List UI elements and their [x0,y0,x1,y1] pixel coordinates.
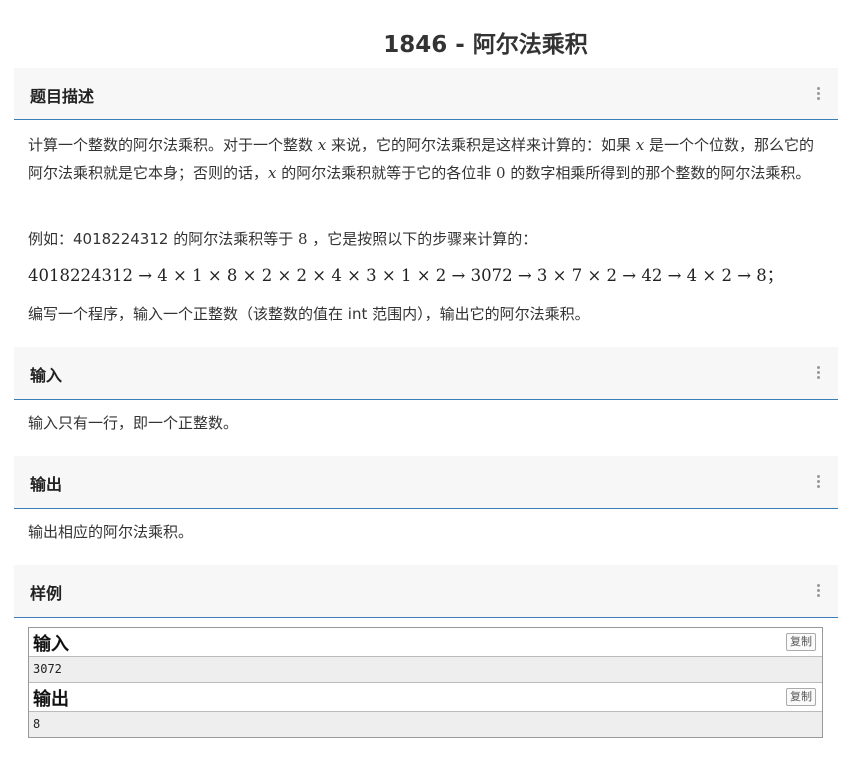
description-paragraph-2: 例如：4018224312 的阿尔法乘积等于 8 ，它是按照以下的步骤来计算的： [28,230,538,248]
section-header-input[interactable]: 输入 [14,347,838,400]
more-options-icon[interactable] [817,87,821,102]
section-header-samples[interactable]: 样例 [14,565,838,618]
sample-output-value[interactable]: 8 [29,712,822,737]
section-title: 输出 [30,475,63,494]
section-header-output[interactable]: 输出 [14,456,838,509]
section-title: 样例 [30,584,63,603]
input-description: 输入只有一行，即一个正整数。 [28,414,239,432]
sample-output-header: 输出 复制 [29,683,822,712]
section-title: 输入 [30,366,63,385]
math-variable: x [635,136,645,154]
math-formula: 4018224312 → 4 × 1 × 8 × 2 × 2 × 4 × 3 ×… [28,266,784,285]
description-paragraph-3: 编写一个程序，输入一个正整数（该整数的值在 int 范围内），输出它的阿尔法乘积… [28,305,590,323]
math-number: 8 [297,230,308,248]
sample-output-label: 输出 [33,689,69,710]
copy-output-button[interactable]: 复制 [786,688,816,706]
output-description: 输出相应的阿尔法乘积。 [28,523,194,541]
sample-input-value[interactable]: 3072 [29,657,822,683]
section-header-description[interactable]: 题目描述 [14,68,838,120]
more-options-icon[interactable] [817,475,821,490]
sample-input-header: 输入 复制 [29,628,822,657]
page-title: 1846 - 阿尔法乘积 [383,32,588,58]
description-paragraph-1: 计算一个整数的阿尔法乘积。对于一个整数 x 来说，它的阿尔法乘积是这样来计算的：… [28,136,815,182]
more-options-icon[interactable] [817,366,821,381]
math-number: 0 [496,164,506,182]
copy-input-button[interactable]: 复制 [786,633,816,651]
sample-input-label: 输入 [33,634,69,655]
section-title: 题目描述 [30,87,95,106]
more-options-icon[interactable] [817,584,821,599]
sample-box: 输入 复制 3072 输出 复制 8 [28,627,823,738]
math-variable: x [317,136,327,154]
